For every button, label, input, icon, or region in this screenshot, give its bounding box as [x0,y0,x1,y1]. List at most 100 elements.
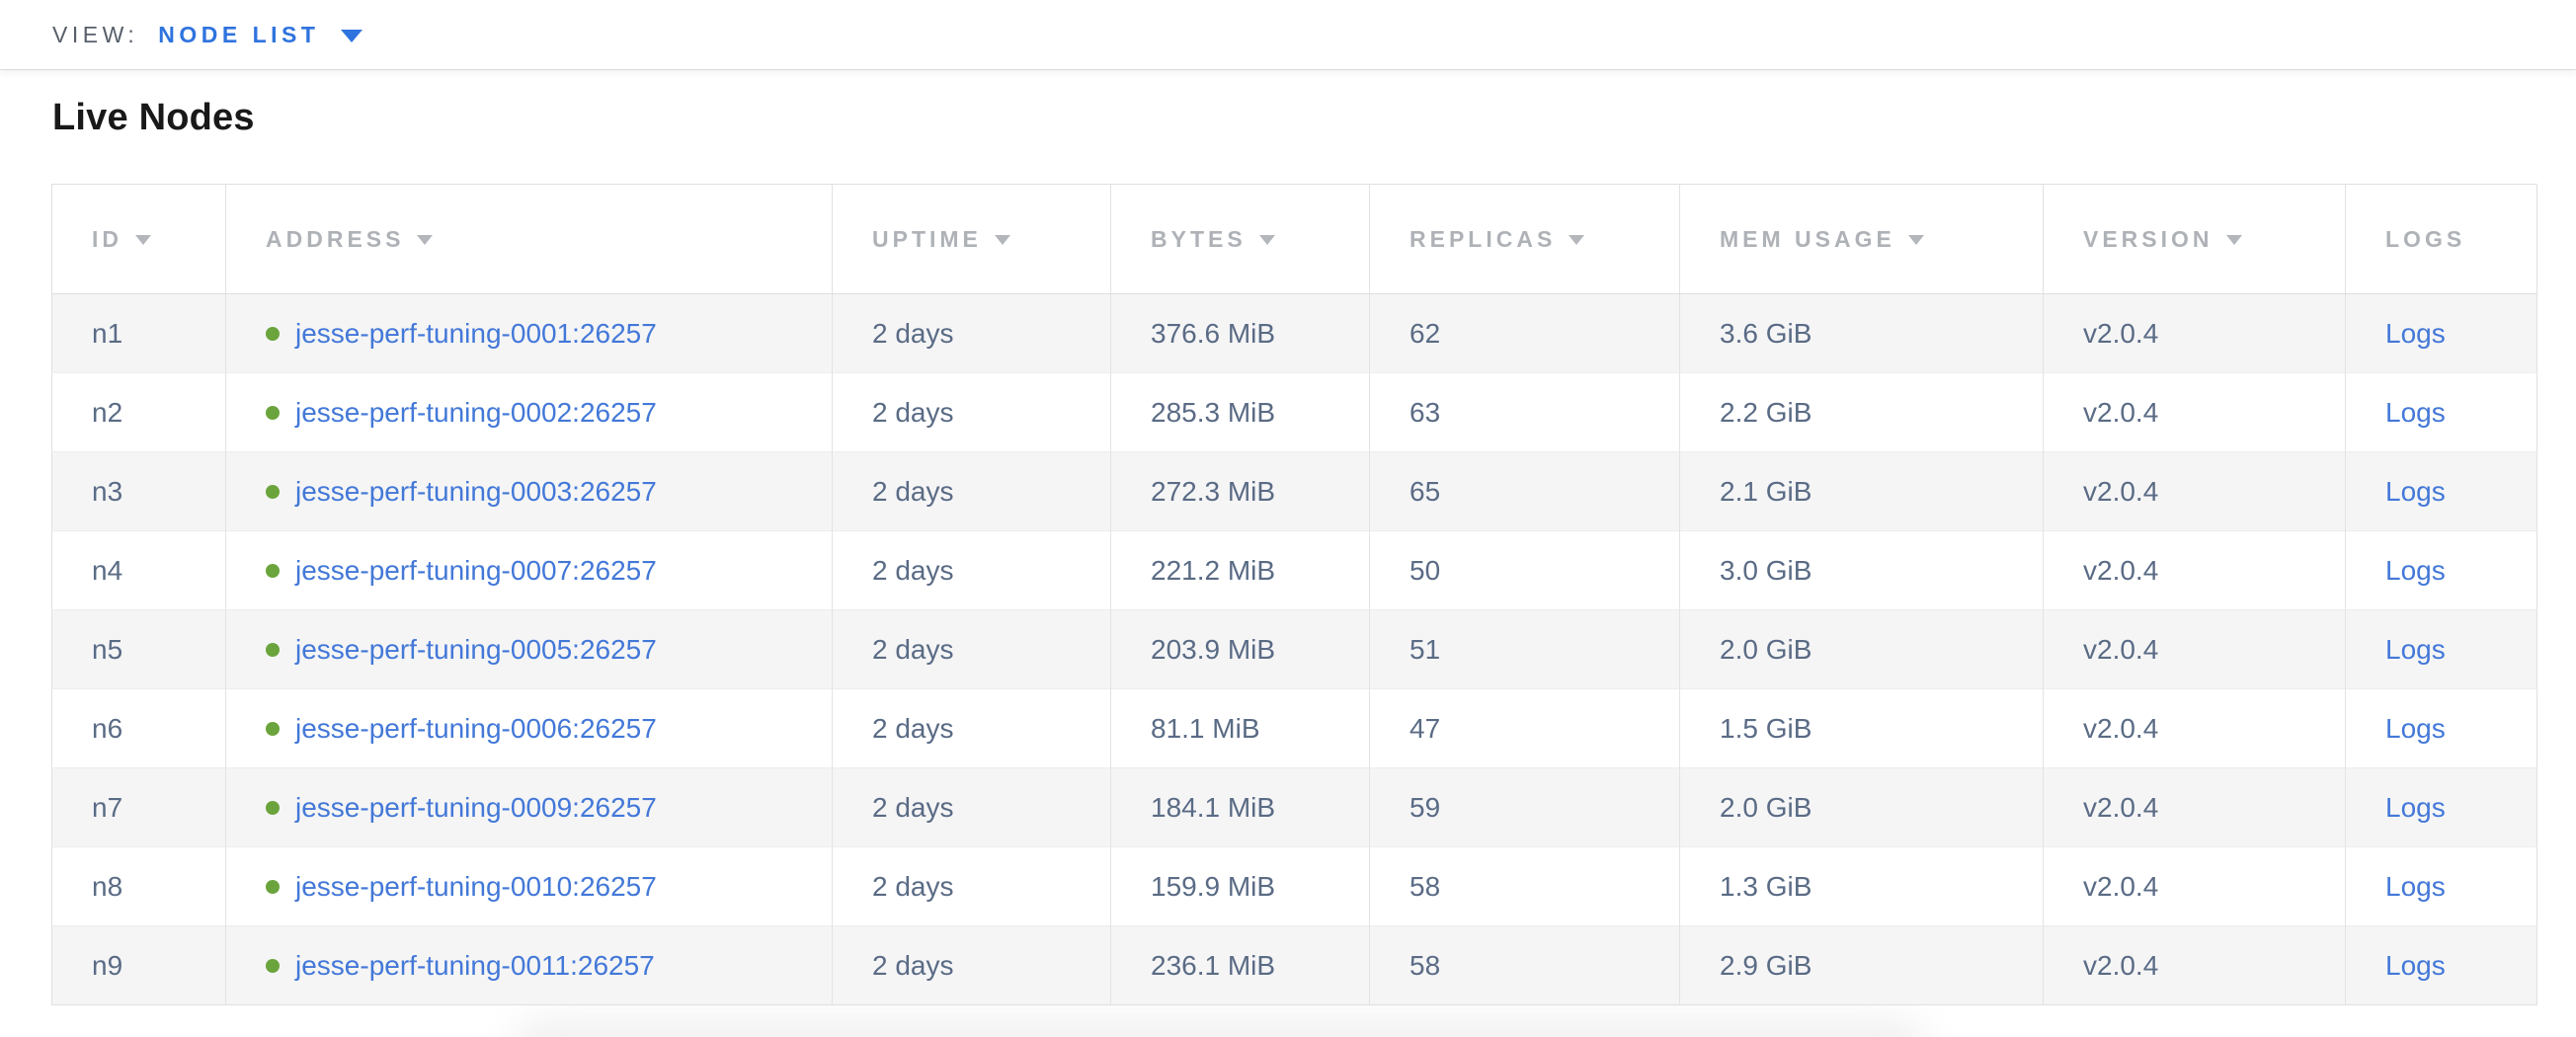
column-header-address[interactable]: ADDRESS [226,185,833,294]
cell-bytes: 81.1 MiB [1111,689,1370,768]
cell-logs: Logs [2346,768,2537,847]
live-nodes-table: ID ADDRESS UPTIME BYTES REPLICAS MEM USAGEVER… [51,184,2537,1005]
cell-uptime: 2 days [833,847,1111,926]
node-row-n2: n2jesse-perf-tuning-0002:262572 days285.… [52,373,2537,452]
cell-replicas: 65 [1370,452,1680,531]
column-header-label: BYTES [1151,226,1247,252]
cell-id: n4 [52,531,226,610]
node-row-n5: n5jesse-perf-tuning-0005:262572 days203.… [52,610,2537,689]
cell-replicas: 63 [1370,373,1680,452]
node-address-link[interactable]: jesse-perf-tuning-0005:26257 [295,634,657,665]
node-live-status-icon [266,801,280,815]
cell-mem_usage: 1.3 GiB [1680,847,2044,926]
column-header-label: ID [92,226,122,252]
cell-uptime: 2 days [833,531,1111,610]
cell-version: v2.0.4 [2044,610,2346,689]
column-header-logs: LOGS [2346,185,2537,294]
cell-version: v2.0.4 [2044,294,2346,373]
column-header-label: UPTIME [872,226,982,252]
cell-bytes: 203.9 MiB [1111,610,1370,689]
node-row-n1: n1jesse-perf-tuning-0001:262572 days376.… [52,294,2537,373]
column-header-uptime[interactable]: UPTIME [833,185,1111,294]
node-logs-link[interactable]: Logs [2385,555,2446,586]
node-live-status-icon [266,722,280,736]
node-row-n9: n9jesse-perf-tuning-0011:262572 days236.… [52,926,2537,1005]
cell-mem_usage: 3.0 GiB [1680,531,2044,610]
cell-version: v2.0.4 [2044,926,2346,1005]
sort-caret-icon [417,235,433,245]
cell-id: n5 [52,610,226,689]
node-live-status-icon [266,564,280,578]
cell-id: n7 [52,768,226,847]
cell-logs: Logs [2346,294,2537,373]
cell-bytes: 285.3 MiB [1111,373,1370,452]
node-address-link[interactable]: jesse-perf-tuning-0001:26257 [295,318,657,349]
cell-replicas: 58 [1370,847,1680,926]
node-logs-link[interactable]: Logs [2385,634,2446,665]
cell-uptime: 2 days [833,373,1111,452]
node-logs-link[interactable]: Logs [2385,713,2446,744]
node-address-link[interactable]: jesse-perf-tuning-0002:26257 [295,397,657,428]
cell-logs: Logs [2346,452,2537,531]
cell-mem_usage: 2.9 GiB [1680,926,2044,1005]
view-dropdown-value[interactable]: NODE LIST [158,22,319,48]
cell-address: jesse-perf-tuning-0001:26257 [226,294,833,373]
cell-address: jesse-perf-tuning-0007:26257 [226,531,833,610]
cell-mem_usage: 2.0 GiB [1680,768,2044,847]
cell-logs: Logs [2346,926,2537,1005]
column-header-version[interactable]: VERSION [2044,185,2346,294]
cell-id: n1 [52,294,226,373]
node-address-link[interactable]: jesse-perf-tuning-0009:26257 [295,792,657,823]
cell-id: n6 [52,689,226,768]
node-row-n7: n7jesse-perf-tuning-0009:262572 days184.… [52,768,2537,847]
sort-caret-icon [1569,235,1584,245]
node-live-status-icon [266,643,280,657]
sort-caret-icon [2226,235,2242,245]
node-logs-link[interactable]: Logs [2385,792,2446,823]
node-address-link[interactable]: jesse-perf-tuning-0003:26257 [295,476,657,507]
cell-replicas: 62 [1370,294,1680,373]
node-address-link[interactable]: jesse-perf-tuning-0006:26257 [295,713,657,744]
sort-caret-icon [1908,235,1924,245]
cell-logs: Logs [2346,373,2537,452]
node-logs-link[interactable]: Logs [2385,871,2446,902]
cell-uptime: 2 days [833,294,1111,373]
view-dropdown[interactable]: NODE LIST [158,22,362,48]
next-section-shadow [514,1017,1926,1037]
cell-address: jesse-perf-tuning-0002:26257 [226,373,833,452]
column-header-label: REPLICAS [1409,226,1556,252]
node-row-n8: n8jesse-perf-tuning-0010:262572 days159.… [52,847,2537,926]
sort-caret-icon [135,235,151,245]
node-logs-link[interactable]: Logs [2385,476,2446,507]
column-header-id[interactable]: ID [52,185,226,294]
cell-id: n9 [52,926,226,1005]
cell-bytes: 221.2 MiB [1111,531,1370,610]
sort-caret-icon [995,235,1010,245]
chevron-down-icon [341,30,362,42]
column-header-bytes[interactable]: BYTES [1111,185,1370,294]
node-live-status-icon [266,406,280,420]
cell-uptime: 2 days [833,768,1111,847]
node-logs-link[interactable]: Logs [2385,397,2446,428]
node-logs-link[interactable]: Logs [2385,318,2446,349]
column-header-replicas[interactable]: REPLICAS [1370,185,1680,294]
node-address-link[interactable]: jesse-perf-tuning-0011:26257 [295,950,655,981]
view-selector-bar: VIEW: NODE LIST [0,0,2576,69]
cell-id: n8 [52,847,226,926]
cell-version: v2.0.4 [2044,847,2346,926]
node-row-n3: n3jesse-perf-tuning-0003:262572 days272.… [52,452,2537,531]
node-row-n6: n6jesse-perf-tuning-0006:262572 days81.1… [52,689,2537,768]
column-header-mem_usage[interactable]: MEM USAGE [1680,185,2044,294]
cell-address: jesse-perf-tuning-0003:26257 [226,452,833,531]
node-address-link[interactable]: jesse-perf-tuning-0007:26257 [295,555,657,586]
cell-replicas: 50 [1370,531,1680,610]
cell-version: v2.0.4 [2044,689,2346,768]
cell-id: n3 [52,452,226,531]
cell-version: v2.0.4 [2044,373,2346,452]
node-logs-link[interactable]: Logs [2385,950,2446,981]
node-address-link[interactable]: jesse-perf-tuning-0010:26257 [295,871,657,902]
cell-mem_usage: 2.2 GiB [1680,373,2044,452]
cell-address: jesse-perf-tuning-0010:26257 [226,847,833,926]
cell-uptime: 2 days [833,452,1111,531]
node-live-status-icon [266,327,280,341]
